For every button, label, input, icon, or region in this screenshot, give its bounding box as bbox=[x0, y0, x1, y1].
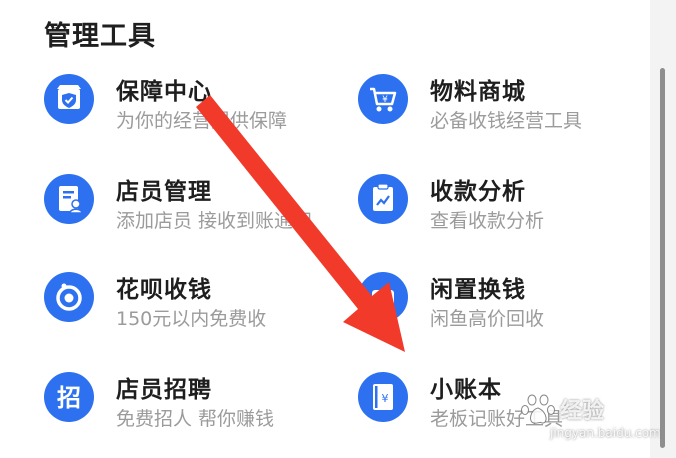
tool-item-insurance-center[interactable]: 保障中心 为你的经营提供保障 bbox=[44, 74, 344, 154]
baidu-paw-icon bbox=[521, 394, 555, 424]
watermark: 经验 jingyan.baidu.com bbox=[520, 378, 670, 448]
staff-document-icon bbox=[44, 174, 94, 224]
recruit-icon: 招 bbox=[44, 372, 94, 422]
svg-text:¥: ¥ bbox=[382, 95, 388, 105]
shield-store-icon bbox=[44, 74, 94, 124]
recruit-glyph: 招 bbox=[57, 384, 81, 412]
watermark-text: 经验 bbox=[560, 399, 605, 424]
tool-subtitle: 免费招人 帮你赚钱 bbox=[116, 408, 275, 430]
tool-item-staff-recruit[interactable]: 招 店员招聘 免费招人 帮你赚钱 bbox=[44, 372, 344, 452]
tool-title: 小账本 bbox=[430, 377, 502, 403]
tool-title: 店员管理 bbox=[116, 179, 212, 205]
tool-title: 闲置换钱 bbox=[430, 277, 526, 303]
tool-item-huabei-collect[interactable]: 花呗收钱 150元以内免费收 bbox=[44, 272, 344, 352]
svg-text:¥: ¥ bbox=[382, 392, 389, 405]
tool-title: 店员招聘 bbox=[116, 377, 212, 403]
tool-subtitle: 为你的经营提供保障 bbox=[116, 110, 288, 132]
watermark-url: jingyan.baidu.com bbox=[550, 426, 661, 440]
section-title: 管理工具 bbox=[44, 21, 156, 52]
ledger-book-icon: ¥ bbox=[358, 372, 408, 422]
clipboard-chart-icon bbox=[358, 174, 408, 224]
idle-fish-icon bbox=[358, 272, 408, 322]
huabei-icon bbox=[44, 272, 94, 322]
tool-title: 花呗收钱 bbox=[116, 277, 212, 303]
tool-subtitle: 150元以内免费收 bbox=[116, 308, 267, 330]
tool-subtitle: 闲鱼高价回收 bbox=[430, 308, 545, 330]
tool-item-payment-analysis[interactable]: 收款分析 查看收款分析 bbox=[358, 174, 658, 254]
tool-subtitle: 查看收款分析 bbox=[430, 210, 545, 232]
tool-subtitle: 添加店员 接收到账通知 bbox=[116, 210, 313, 232]
tool-item-material-mall[interactable]: ¥ 物料商城 必备收钱经营工具 bbox=[358, 74, 658, 154]
tool-subtitle: 必备收钱经营工具 bbox=[430, 110, 583, 132]
tool-title: 保障中心 bbox=[116, 79, 212, 105]
tool-item-staff-management[interactable]: 店员管理 添加店员 接收到账通知 bbox=[44, 174, 344, 254]
tool-title: 收款分析 bbox=[430, 179, 526, 205]
tool-item-idle-exchange[interactable]: 闲置换钱 闲鱼高价回收 bbox=[358, 272, 658, 352]
shopping-cart-yen-icon: ¥ bbox=[358, 74, 408, 124]
tool-title: 物料商城 bbox=[430, 79, 526, 105]
